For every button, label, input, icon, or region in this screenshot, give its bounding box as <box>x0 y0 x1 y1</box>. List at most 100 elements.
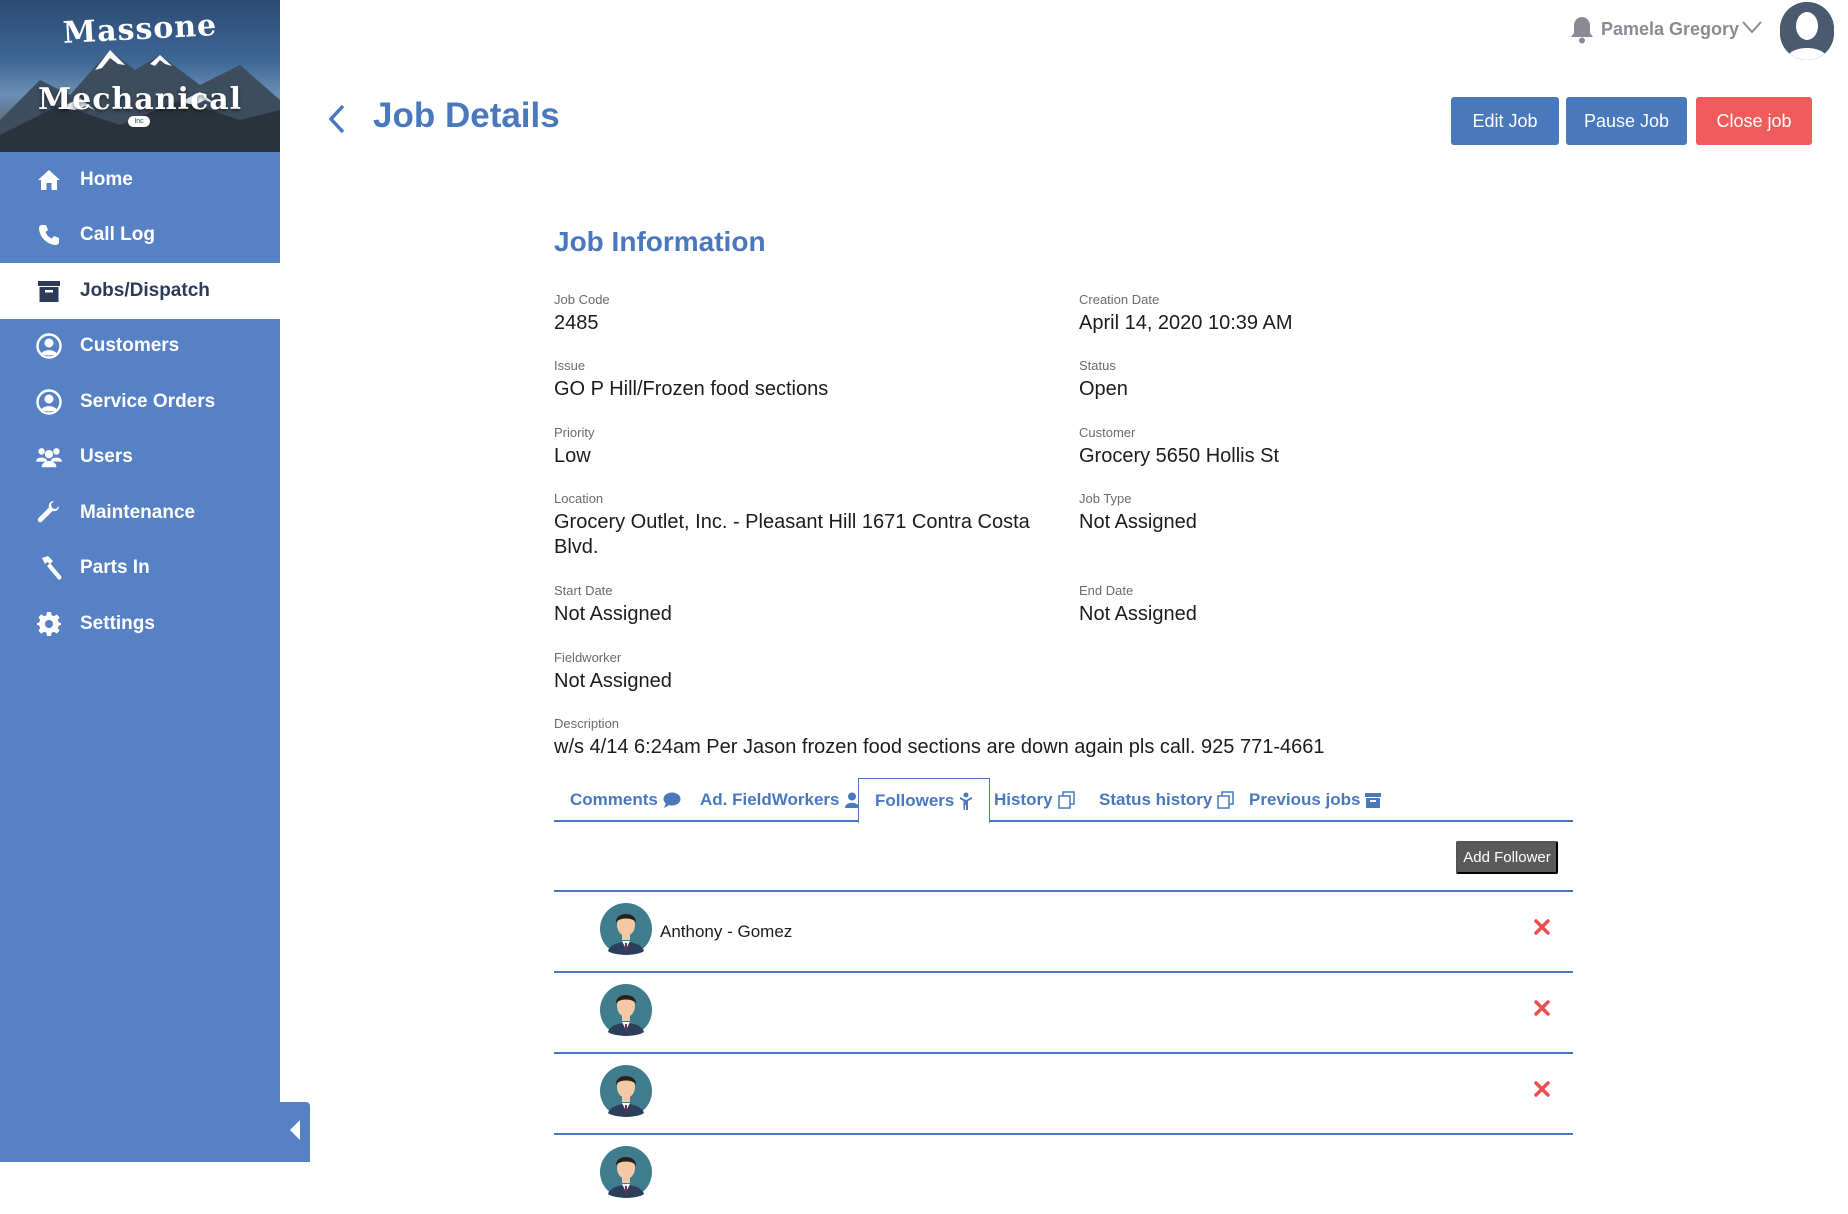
archive-box-icon <box>36 278 62 304</box>
logo-text-inc: Inc <box>128 116 150 127</box>
sidebar-collapse-button[interactable] <box>280 1102 310 1162</box>
list-item <box>554 1052 1573 1133</box>
field-label: Customer <box>1079 425 1136 440</box>
comment-icon <box>663 792 681 808</box>
remove-follower-icon[interactable] <box>1534 1081 1550 1102</box>
sidebar-item-label: Home <box>80 168 133 190</box>
followers-list: Anthony - Gomez <box>554 890 1573 1214</box>
follower-icon <box>959 792 973 810</box>
follower-avatar <box>600 899 652 957</box>
field-label: Job Code <box>554 292 610 307</box>
user-circle-icon <box>36 333 62 359</box>
tab-label: Ad. FieldWorkers <box>700 790 840 809</box>
field-value: 2485 <box>554 312 599 334</box>
follower-name: Anthony - Gomez <box>660 922 793 941</box>
field-label: Job Type <box>1079 491 1132 506</box>
field-start-date: Start Date Not Assigned <box>554 583 1024 627</box>
list-item <box>554 971 1573 1052</box>
sidebar-item-label: Call Log <box>80 224 155 246</box>
archive-box-icon <box>1365 792 1382 808</box>
back-arrow-icon[interactable] <box>328 104 346 139</box>
page-title: Job Details <box>373 96 560 135</box>
field-end-date: End Date Not Assigned <box>1079 583 1549 627</box>
sidebar-item-users[interactable]: Users <box>0 430 280 486</box>
sidebar-item-settings[interactable]: Settings <box>0 596 280 652</box>
tab-previous-jobs[interactable]: Previous jobs <box>1233 778 1397 822</box>
sidebar-item-maintenance[interactable]: Maintenance <box>0 485 280 541</box>
sidebar-item-label: Settings <box>80 612 155 634</box>
sidebar-item-home[interactable]: Home <box>0 152 280 208</box>
field-value: Not Assigned <box>554 670 672 692</box>
hammer-icon <box>36 555 62 581</box>
field-issue: Issue GO P Hill/Frozen food sections <box>554 358 1024 402</box>
tab-comments[interactable]: Comments <box>554 778 697 822</box>
field-label: Creation Date <box>1079 292 1160 307</box>
wrench-icon <box>36 500 62 526</box>
follower-avatar <box>600 1061 652 1119</box>
list-item: Anthony - Gomez <box>554 890 1573 971</box>
caret-left-icon <box>289 1119 301 1145</box>
sidebar-item-call-log[interactable]: Call Log <box>0 208 280 264</box>
remove-follower-icon[interactable] <box>1534 919 1550 940</box>
user-icon <box>844 792 859 808</box>
sidebar-item-label: Jobs/Dispatch <box>80 279 210 301</box>
logo-text-mechanical: Mechanical <box>37 82 243 117</box>
phone-icon <box>36 222 62 248</box>
tab-label: Comments <box>570 790 658 809</box>
field-priority: Priority Low <box>554 425 1024 469</box>
sidebar-item-service-orders[interactable]: Service Orders <box>0 374 280 430</box>
user-name[interactable]: Pamela Gregory <box>1601 19 1739 40</box>
sidebar-item-label: Service Orders <box>80 390 216 412</box>
tab-history[interactable]: History <box>978 778 1092 822</box>
sidebar-nav: Home Call Log Jobs/Dispatch Customers Se… <box>0 152 280 652</box>
tab-label: Previous jobs <box>1249 790 1361 809</box>
field-label: Description <box>554 716 620 731</box>
sidebar-item-label: Customers <box>80 335 180 357</box>
field-label: Priority <box>554 425 595 440</box>
follower-avatar <box>600 1142 652 1200</box>
close-job-button[interactable]: Close job <box>1696 97 1812 145</box>
sidebar-item-parts-in[interactable]: Parts In <box>0 541 280 597</box>
section-title: Job Information <box>554 226 766 257</box>
field-value: w/s 4/14 6:24am Per Jason frozen food se… <box>554 736 1325 758</box>
sidebar: Massone Mechanical Inc Home Call Log Job… <box>0 0 280 1162</box>
field-label: Status <box>1079 358 1116 373</box>
user-circle-icon <box>36 389 62 415</box>
field-label: End Date <box>1079 583 1134 598</box>
field-creation-date: Creation Date April 14, 2020 10:39 AM <box>1079 292 1549 336</box>
notification-bell-icon[interactable] <box>1569 16 1595 49</box>
pause-job-button[interactable]: Pause Job <box>1566 97 1687 145</box>
field-fieldworker: Fieldworker Not Assigned <box>554 650 1024 694</box>
sidebar-item-label: Maintenance <box>80 501 196 523</box>
chevron-down-icon[interactable] <box>1742 20 1762 39</box>
tab-label: History <box>994 790 1053 809</box>
edit-job-button[interactable]: Edit Job <box>1451 97 1559 145</box>
field-value: Grocery Outlet, Inc. - Pleasant Hill 167… <box>554 511 1030 558</box>
add-follower-button[interactable]: Add Follower <box>1456 841 1558 874</box>
sidebar-item-label: Users <box>80 446 133 468</box>
field-value: April 14, 2020 10:39 AM <box>1079 312 1293 334</box>
field-job-code: Job Code 2485 <box>554 292 1024 336</box>
field-label: Issue <box>554 358 586 373</box>
field-label: Start Date <box>554 583 613 598</box>
tab-ad-fieldworkers[interactable]: Ad. FieldWorkers <box>684 778 875 822</box>
copy-icon <box>1057 791 1076 809</box>
sidebar-item-jobs-dispatch[interactable]: Jobs/Dispatch <box>0 263 280 319</box>
field-label: Location <box>554 491 604 506</box>
field-customer: Customer Grocery 5650 Hollis St <box>1079 425 1549 469</box>
gear-icon <box>36 611 62 637</box>
user-avatar[interactable] <box>1780 2 1834 60</box>
tab-status-history[interactable]: Status history <box>1083 778 1251 822</box>
sidebar-item-customers[interactable]: Customers <box>0 319 280 375</box>
users-icon <box>36 444 62 470</box>
field-value: GO P Hill/Frozen food sections <box>554 378 829 400</box>
company-logo[interactable]: Massone Mechanical Inc <box>0 0 280 152</box>
field-value: Open <box>1079 378 1128 400</box>
remove-follower-icon[interactable] <box>1534 1000 1550 1021</box>
field-job-type: Job Type Not Assigned <box>1079 491 1549 535</box>
tab-label: Status history <box>1099 790 1213 809</box>
field-value: Grocery 5650 Hollis St <box>1079 445 1280 467</box>
tab-followers[interactable]: Followers <box>858 778 991 824</box>
field-value: Low <box>554 445 591 467</box>
job-tabs: Comments Ad. FieldWorkers Followers Hist… <box>554 778 1573 824</box>
